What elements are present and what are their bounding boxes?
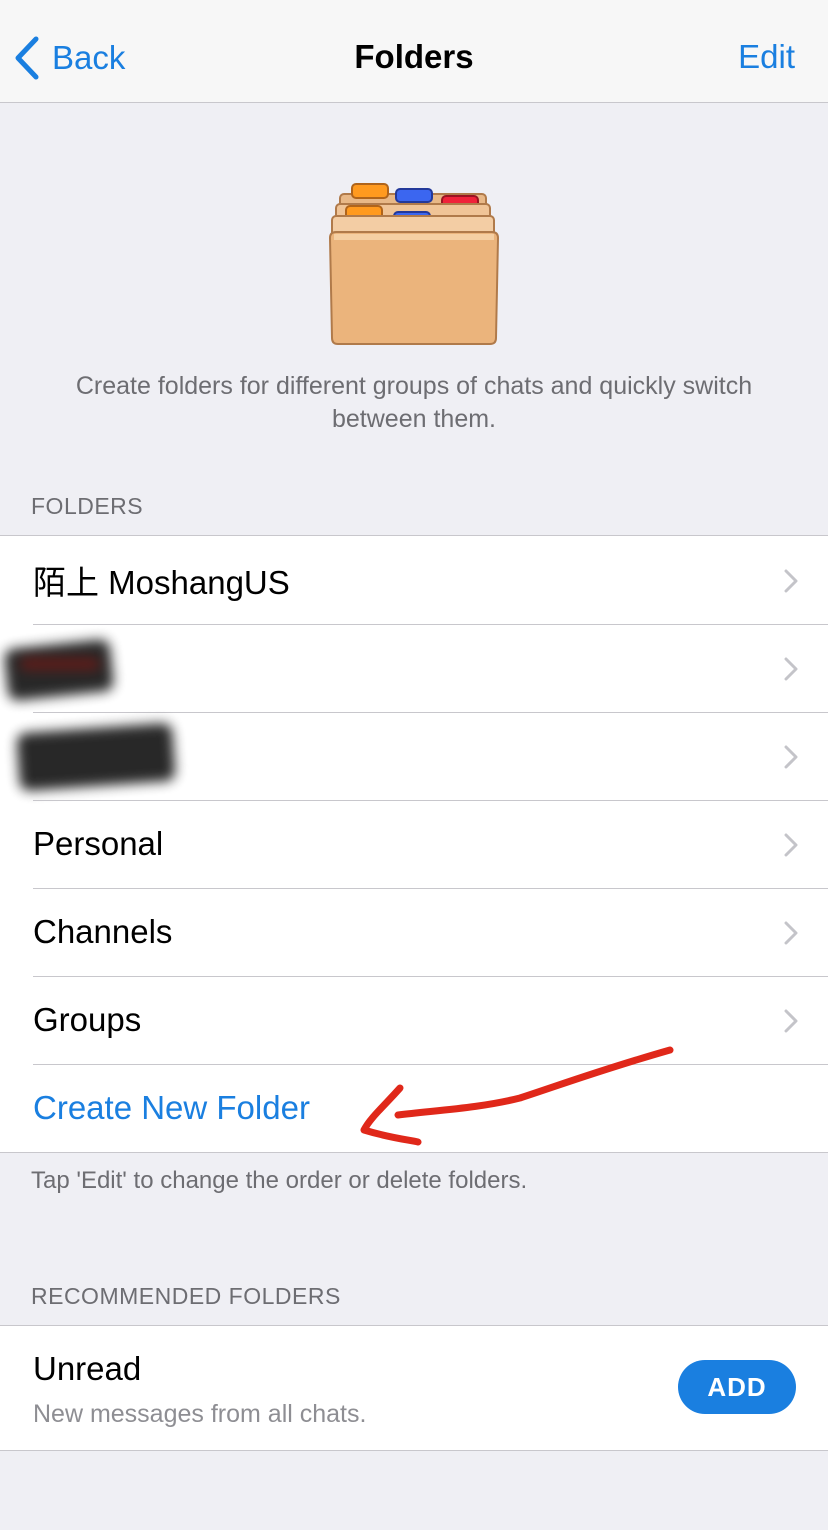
create-new-folder-button[interactable]: Create New Folder (0, 1064, 828, 1152)
folder-label: Personal (33, 825, 164, 862)
folder-cabinet-icon (328, 183, 500, 345)
folder-label: 陌上 MoshangUS (33, 564, 290, 601)
recommended-item-unread: Unread New messages from all chats. ADD (0, 1326, 828, 1450)
create-new-folder-label: Create New Folder (33, 1089, 310, 1126)
folder-row-groups[interactable]: Groups (0, 976, 828, 1064)
chevron-right-icon (784, 921, 798, 945)
chevron-right-icon (784, 833, 798, 857)
folder-label: Channels (33, 913, 173, 950)
folder-row-moshangus[interactable]: 陌上 MoshangUS (0, 536, 828, 624)
back-button[interactable]: Back (14, 34, 125, 82)
recommended-section-header: RECOMMENDED FOLDERS (31, 1283, 341, 1309)
recommended-title: Unread (33, 1350, 142, 1387)
folder-row-channels[interactable]: Channels (0, 888, 828, 976)
chevron-left-icon (15, 36, 39, 80)
recommended-subtitle: New messages from all chats. (33, 1400, 367, 1428)
folder-label: Groups (33, 1001, 142, 1038)
chevron-right-icon (784, 569, 798, 593)
chevron-right-icon (784, 657, 798, 681)
folders-list: 陌上 MoshangUS Personal Channels Groups Cr… (0, 535, 828, 1153)
folders-footer-hint: Tap 'Edit' to change the order or delete… (31, 1167, 528, 1194)
chevron-right-icon (784, 1009, 798, 1033)
folder-row-redacted-1[interactable] (0, 624, 828, 712)
chevron-right-icon (784, 745, 798, 769)
folders-section-header: FOLDERS (31, 493, 144, 519)
navigation-bar: Back Folders Edit (0, 0, 828, 103)
hero-description: Create folders for different groups of c… (75, 372, 753, 433)
recommended-list: Unread New messages from all chats. ADD (0, 1325, 828, 1451)
edit-button[interactable]: Edit (738, 38, 795, 76)
folder-row-personal[interactable]: Personal (0, 800, 828, 888)
folder-row-redacted-2[interactable] (0, 712, 828, 800)
back-label: Back (52, 39, 126, 76)
add-button[interactable]: ADD (678, 1360, 796, 1414)
